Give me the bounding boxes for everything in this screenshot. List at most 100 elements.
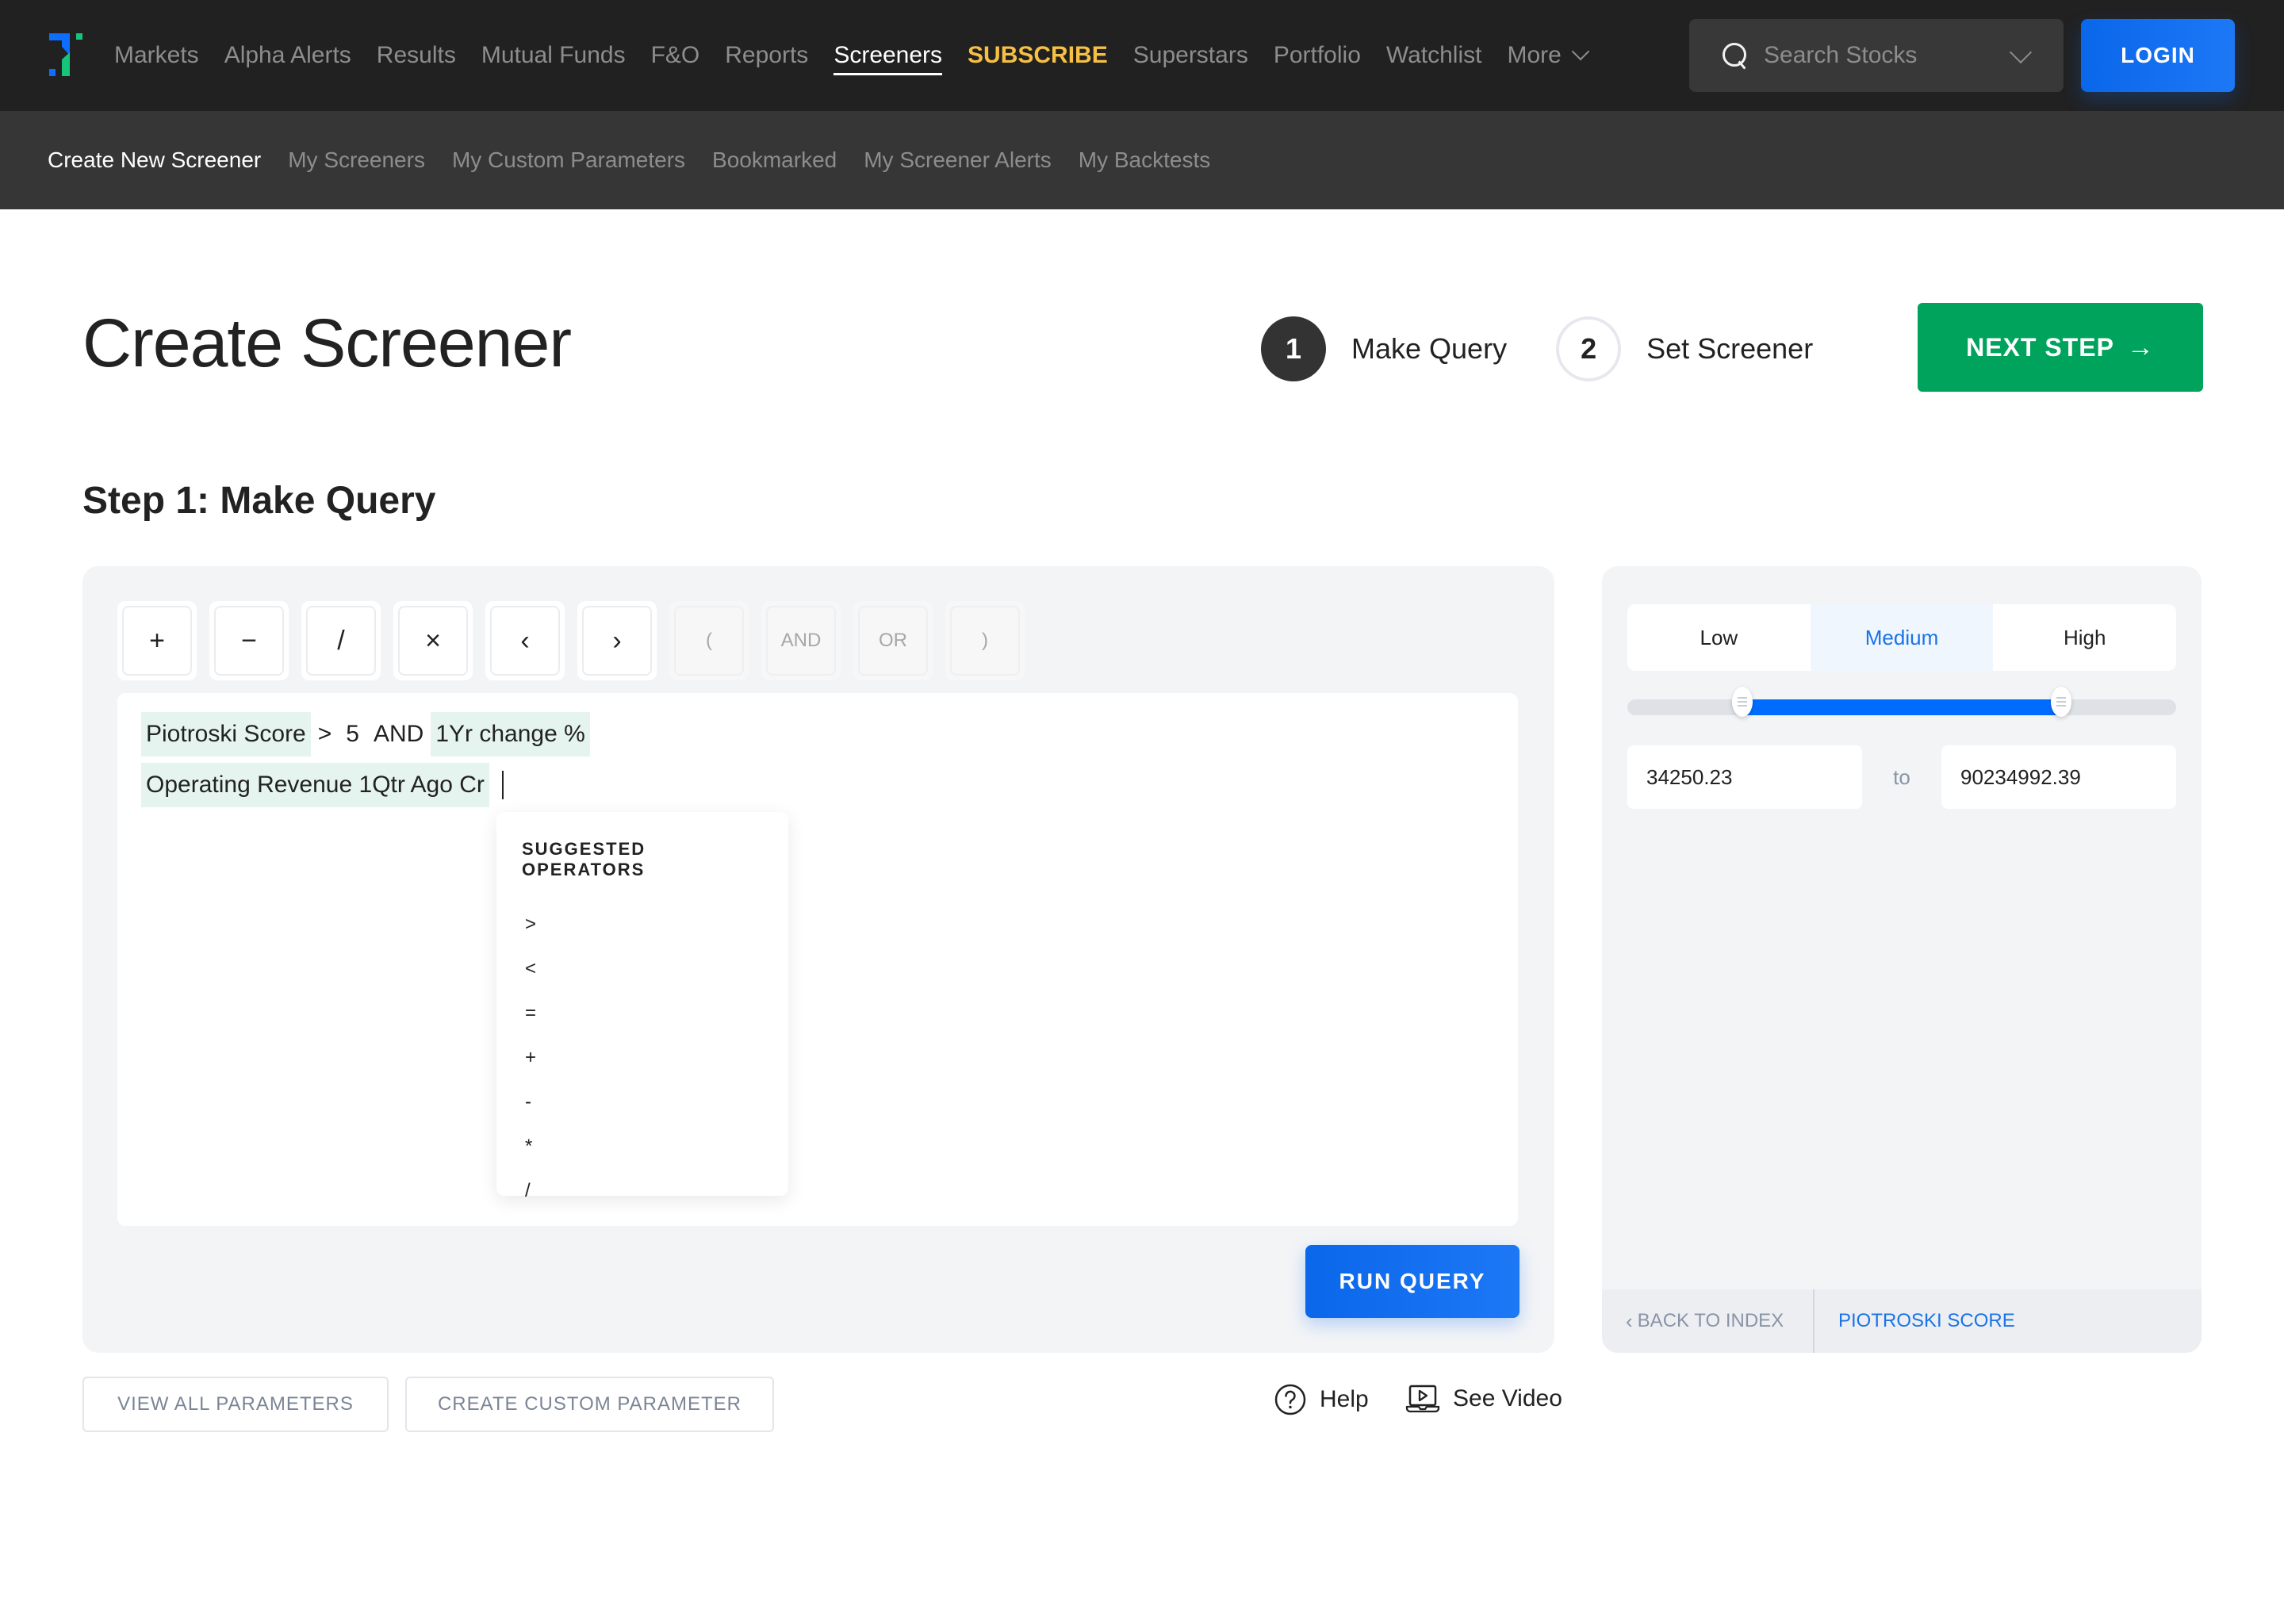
query-panel: + − / × ‹ › ( AND OR ) Piotroski Score >… (82, 566, 1554, 1353)
range-slider[interactable] (1627, 687, 2176, 717)
help-label: Help (1320, 1386, 1369, 1412)
less-than-icon: ‹ (490, 606, 560, 676)
text-cursor (501, 771, 504, 799)
greater-than-icon: › (582, 606, 652, 676)
create-custom-parameter-button[interactable]: CREATE CUSTOM PARAMETER (405, 1377, 774, 1432)
chevron-down-icon[interactable] (2009, 40, 2033, 64)
operator-less-than-button[interactable]: ‹ (485, 601, 565, 680)
laptop-video-icon (1405, 1385, 1440, 1413)
nav-mutual-funds[interactable]: Mutual Funds (481, 0, 626, 111)
stock-search-input[interactable]: Search Stocks (1689, 19, 2064, 92)
nav-markets[interactable]: Markets (114, 0, 199, 111)
range-min-input[interactable] (1627, 745, 1862, 809)
query-param-chip[interactable]: Operating Revenue 1Qtr Ago Cr (141, 763, 489, 807)
divide-icon: / (306, 606, 376, 676)
arrow-right-icon: → (2126, 331, 2155, 362)
open-paren-icon: ( (674, 606, 744, 676)
nav-fno[interactable]: F&O (651, 0, 700, 111)
query-value: 5 (346, 721, 359, 747)
help-circle-icon (1274, 1384, 1306, 1415)
suggested-operators-title: SUGGESTED OPERATORS (522, 839, 646, 879)
see-video-link[interactable]: See Video (1405, 1383, 1562, 1415)
see-video-label: See Video (1453, 1385, 1562, 1411)
or-label: OR (858, 606, 928, 676)
query-line: Operating Revenue 1Qtr Ago Cr (141, 763, 504, 807)
suggestion-item[interactable]: - (522, 1080, 763, 1124)
suggested-operators-dropdown: SUGGESTED OPERATORS > < = + - * / (496, 812, 788, 1201)
search-placeholder: Search Stocks (1764, 42, 1918, 68)
subnav-bookmarked[interactable]: Bookmarked (712, 147, 837, 173)
nav-screeners[interactable]: Screeners (834, 0, 942, 111)
level-tab-high[interactable]: High (1993, 604, 2176, 671)
back-to-index-label: BACK TO INDEX (1637, 1310, 1784, 1331)
logo-icon[interactable] (46, 32, 84, 76)
step-set-screener: 2 Set Screener (1556, 316, 1813, 381)
slider-handle-max[interactable] (2050, 687, 2071, 717)
step-label: Make Query (1351, 332, 1508, 365)
suggestion-item[interactable]: / (522, 1169, 763, 1213)
step-number: 2 (1556, 316, 1622, 381)
operator-divide-button[interactable]: / (301, 601, 381, 680)
next-step-label: NEXT STEP (1966, 332, 2114, 362)
nav-results[interactable]: Results (377, 0, 456, 111)
level-tab-low[interactable]: Low (1627, 604, 1811, 671)
suggestion-item[interactable]: > (522, 902, 763, 947)
range-max-input[interactable] (1941, 745, 2176, 809)
query-param-chip[interactable]: 1Yr change % (431, 712, 590, 756)
operator-open-paren-button[interactable]: ( (669, 601, 749, 680)
run-query-button[interactable]: RUN QUERY (1305, 1245, 1519, 1318)
query-param-chip[interactable]: Piotroski Score (141, 712, 311, 756)
screener-subnav: Create New Screener My Screeners My Cust… (0, 111, 2284, 209)
subnav-my-screener-alerts[interactable]: My Screener Alerts (864, 147, 1052, 173)
main-nav: Markets Alpha Alerts Results Mutual Fund… (114, 0, 1612, 111)
operator-or-button[interactable]: OR (853, 601, 933, 680)
nav-reports[interactable]: Reports (725, 0, 808, 111)
chevron-left-icon: ‹ (1626, 1308, 1633, 1333)
query-operator: AND (373, 721, 424, 747)
query-operator: > (317, 721, 332, 747)
suggestion-item[interactable]: < (522, 947, 763, 991)
level-tab-medium[interactable]: Medium (1810, 604, 1994, 671)
nav-superstars[interactable]: Superstars (1133, 0, 1248, 111)
suggestion-item[interactable]: + (522, 1036, 763, 1080)
nav-more-label: More (1507, 42, 1562, 68)
top-navbar: Markets Alpha Alerts Results Mutual Fund… (0, 0, 2284, 111)
operator-multiply-button[interactable]: × (393, 601, 473, 680)
query-line: Piotroski Score > 5 AND 1Yr change % (141, 712, 590, 756)
range-to-label: to (1893, 764, 1910, 789)
suggestion-item[interactable]: * (522, 1124, 763, 1169)
subnav-my-screeners[interactable]: My Screeners (288, 147, 425, 173)
nav-alpha-alerts[interactable]: Alpha Alerts (224, 0, 351, 111)
slider-fill (1742, 699, 2061, 715)
next-step-button[interactable]: NEXT STEP → (1918, 303, 2203, 392)
operator-close-paren-button[interactable]: ) (945, 601, 1025, 680)
help-link[interactable]: Help (1274, 1383, 1369, 1416)
back-to-index-link[interactable]: ‹ BACK TO INDEX (1602, 1289, 1815, 1353)
step-make-query: 1 Make Query (1261, 316, 1507, 381)
nav-watchlist[interactable]: Watchlist (1386, 0, 1482, 111)
subnav-create-new-screener[interactable]: Create New Screener (48, 147, 261, 173)
query-editor[interactable]: Piotroski Score > 5 AND 1Yr change % Ope… (117, 693, 1518, 1226)
operator-minus-button[interactable]: − (209, 601, 289, 680)
operator-plus-button[interactable]: + (117, 601, 197, 680)
search-icon (1721, 41, 1749, 70)
chevron-down-icon (1571, 42, 1590, 61)
range-inputs: to (1627, 745, 2176, 809)
nav-subscribe[interactable]: SUBSCRIBE (968, 0, 1108, 111)
operator-greater-than-button[interactable]: › (577, 601, 657, 680)
parameter-panel: Low Medium High to ‹ BACK TO INDEX PIOTR… (1602, 566, 2202, 1353)
view-all-parameters-button[interactable]: VIEW ALL PARAMETERS (82, 1377, 389, 1432)
level-tabs: Low Medium High (1627, 604, 2176, 671)
close-paren-icon: ) (950, 606, 1020, 676)
operator-and-button[interactable]: AND (761, 601, 841, 680)
current-parameter-label: PIOTROSKI SCORE (1838, 1310, 2015, 1331)
multiply-icon: × (398, 606, 468, 676)
stepper: 1 Make Query 2 Set Screener (1261, 316, 1862, 382)
suggestion-item[interactable]: = (522, 991, 763, 1036)
nav-portfolio[interactable]: Portfolio (1274, 0, 1361, 111)
subnav-my-custom-parameters[interactable]: My Custom Parameters (452, 147, 685, 173)
step-label: Set Screener (1646, 332, 1814, 365)
nav-more[interactable]: More (1507, 0, 1590, 111)
subnav-my-backtests[interactable]: My Backtests (1079, 147, 1210, 173)
login-button[interactable]: LOGIN (2081, 19, 2235, 92)
